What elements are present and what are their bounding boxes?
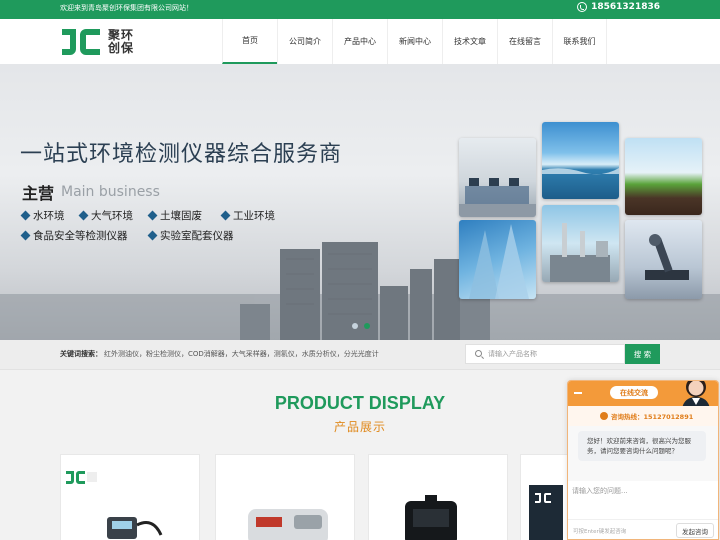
business-item-label: 实验室配套仪器 (160, 230, 234, 242)
nav-home[interactable]: 首页 (222, 19, 277, 64)
carousel-dot[interactable] (352, 323, 358, 329)
product-image (248, 509, 328, 540)
minimize-icon[interactable] (574, 392, 582, 394)
phone-icon (600, 412, 608, 420)
nav-articles[interactable]: 技术文章 (442, 19, 497, 64)
agent-avatar (682, 381, 710, 409)
chat-input[interactable]: 请输入您的问题... (572, 486, 628, 496)
logo-line-2: 创保 (108, 41, 135, 55)
nav-about[interactable]: 公司简介 (277, 19, 332, 64)
main-business-subtitle: Main business (61, 184, 160, 200)
site-header: 聚环 创保 首页 公司简介 产品中心 新闻中心 技术文章 在线留言 联系我们 (0, 19, 720, 64)
logo[interactable]: 聚环 创保 (60, 27, 134, 57)
product-card[interactable] (60, 454, 200, 540)
business-item: 实验室配套仪器 (147, 228, 234, 243)
product-image (66, 471, 163, 539)
diamond-icon (78, 210, 89, 221)
nav-contact[interactable]: 联系我们 (552, 19, 607, 64)
product-card[interactable] (215, 454, 355, 540)
logo-text: 聚环 创保 (108, 29, 134, 55)
diamond-icon (20, 230, 31, 241)
diamond-icon (147, 210, 158, 221)
search-icon (475, 350, 482, 357)
product-image (405, 495, 457, 540)
product-card[interactable] (368, 454, 508, 540)
photo-soil (625, 138, 702, 215)
business-item-label: 土壤固废 (160, 210, 202, 222)
diamond-icon (147, 230, 158, 241)
chat-messages: 您好！欢迎前来咨询，很高兴为您服务，请问您要咨询什么问题呢？ (568, 426, 718, 481)
photo-buildings (459, 220, 536, 299)
nav-message[interactable]: 在线留言 (497, 19, 552, 64)
main-business-title: 主营 (22, 184, 55, 203)
photo-factory (542, 205, 619, 282)
banner-headline: 一站式环境检测仪器综合服务商 (20, 142, 343, 167)
photo-microscope (625, 220, 702, 299)
city-skyline-image (0, 242, 720, 340)
chat-header-label: 在线交流 (610, 386, 658, 399)
business-item-label: 工业环境 (233, 210, 275, 222)
chat-hotline: 咨询热线：15127012891 (568, 406, 718, 426)
phone-icon (577, 2, 588, 12)
nav-products[interactable]: 产品中心 (332, 19, 387, 64)
main-nav: 首页 公司简介 产品中心 新闻中心 技术文章 在线留言 联系我们 (222, 19, 607, 64)
chat-hotline-text: 咨询热线：15127012891 (611, 413, 694, 421)
diamond-icon (220, 210, 231, 221)
business-item: 水环境 (20, 208, 65, 223)
diamond-icon (20, 210, 31, 221)
business-item-label: 食品安全等检测仪器 (33, 230, 128, 242)
search-button[interactable]: 搜 索 (625, 344, 660, 364)
phone-number[interactable]: 18561321836 (577, 2, 660, 12)
keyword-list[interactable]: 红外测油仪，粉尘检测仪，COD消解器，大气采样器，测氡仪，水质分析仪，分光光度计 (104, 349, 379, 359)
nav-news[interactable]: 新闻中心 (387, 19, 442, 64)
chat-send-button[interactable]: 发起咨询 (676, 523, 714, 538)
chat-widget: 在线交流 咨询热线：15127012891 您好！欢迎前来咨询，很高兴为您服务，… (567, 380, 719, 540)
business-item: 土壤固废 (147, 208, 202, 223)
business-item: 工业环境 (220, 208, 275, 223)
chat-hint: 可按Enter键发起咨询 (573, 529, 627, 535)
product-search-input[interactable]: 请输入产品名称 (465, 344, 625, 364)
business-item-label: 水环境 (33, 210, 65, 222)
business-item-label: 大气环境 (91, 210, 133, 222)
welcome-text: 欢迎来到青岛聚创环保集团有限公司网站！ (60, 4, 193, 12)
keyword-label: 关键词搜索： (60, 350, 102, 358)
photo-ocean (542, 122, 619, 199)
hero-banner: 一站式环境检测仪器综合服务商 主营 Main business 水环境 大气环境… (0, 64, 720, 340)
business-item: 食品安全等检测仪器 (20, 228, 128, 243)
carousel-dot-active[interactable] (364, 323, 370, 329)
business-item: 大气环境 (78, 208, 133, 223)
keyword-search-bar: 关键词搜索： 红外测油仪，粉尘检测仪，COD消解器，大气采样器，测氡仪，水质分析… (0, 340, 720, 370)
photo-office (459, 138, 536, 217)
chat-footer: 可按Enter键发起咨询 发起咨询 (568, 519, 718, 539)
phone-text: 18561321836 (591, 2, 660, 12)
top-bar: 欢迎来到青岛聚创环保集团有限公司网站！ 18561321836 (0, 0, 720, 19)
carousel-dots (352, 323, 370, 329)
logo-mark-icon (62, 29, 100, 55)
chat-greeting-message: 您好！欢迎前来咨询，很高兴为您服务，请问您要咨询什么问题呢？ (578, 431, 706, 461)
